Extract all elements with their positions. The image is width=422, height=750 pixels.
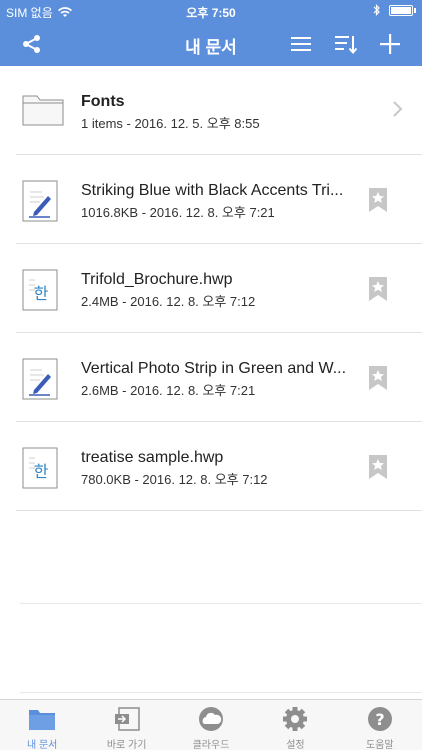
bookmark-icon[interactable]: [368, 276, 388, 302]
file-list: Fonts 1 items - 2016. 12. 5. 오후 8:55 Str…: [0, 66, 422, 511]
file-meta: 1 items - 2016. 12. 5. 오후 8:55: [81, 116, 260, 131]
add-icon: [380, 34, 400, 54]
list-item[interactable]: 한 Trifold_Brochure.hwp 2.4MB - 2016. 12.…: [16, 244, 422, 333]
file-meta: 1016.8KB - 2016. 12. 8. 오후 7:21: [81, 205, 275, 220]
status-time: 오후 7:50: [186, 6, 236, 20]
battery-nub: [414, 7, 416, 13]
svg-text:?: ?: [375, 710, 384, 729]
list-item[interactable]: Striking Blue with Black Accents Tri... …: [16, 155, 422, 244]
cloud-icon: [199, 707, 224, 731]
divider: [20, 692, 422, 693]
document-pen-icon: [22, 358, 58, 400]
file-name: treatise sample.hwp: [81, 449, 224, 466]
file-meta: 2.4MB - 2016. 12. 8. 오후 7:12: [81, 294, 256, 309]
tab-label: 클라우드: [192, 740, 230, 750]
menu-icon: [291, 37, 311, 51]
navigation-bar: 내 문서: [0, 22, 422, 66]
folder-icon: [22, 95, 64, 126]
shortcut-icon: [114, 707, 140, 731]
menu-button[interactable]: [287, 30, 315, 58]
sort-icon: [335, 36, 358, 55]
list-item[interactable]: Vertical Photo Strip in Green and W... 2…: [16, 333, 422, 422]
tab-label: 도움말: [366, 740, 394, 750]
tab-my-documents[interactable]: 내 문서: [0, 700, 84, 750]
status-bar: SIM 없음 오후 7:50: [0, 0, 422, 22]
list-item[interactable]: 한 treatise sample.hwp 780.0KB - 2016. 12…: [16, 422, 422, 511]
hwp-file-icon: 한: [22, 269, 58, 311]
divider: [20, 603, 422, 604]
tab-label: 내 문서: [27, 740, 58, 750]
svg-text:한: 한: [34, 284, 49, 303]
bookmark-icon[interactable]: [368, 365, 388, 391]
hwp-file-icon: 한: [22, 447, 58, 489]
file-name: Fonts: [81, 93, 125, 110]
bookmark-icon[interactable]: [368, 187, 388, 213]
tab-shortcut[interactable]: 바로 가기: [84, 700, 168, 750]
file-name: Trifold_Brochure.hwp: [81, 271, 233, 288]
tab-settings[interactable]: 설정: [253, 700, 337, 750]
tab-label: 설정: [286, 740, 305, 750]
chevron-right-icon: [393, 101, 403, 117]
tab-help[interactable]: ? 도움말: [338, 700, 422, 750]
tab-cloud[interactable]: 클라우드: [169, 700, 253, 750]
gear-icon: [283, 707, 308, 731]
battery-icon: [389, 4, 413, 16]
add-button[interactable]: [376, 30, 404, 58]
tab-bar: 내 문서 바로 가기 클라우드 설정 ? 도움말: [0, 699, 422, 750]
tab-label: 바로 가기: [106, 740, 147, 750]
svg-text:한: 한: [34, 462, 49, 481]
file-name: Striking Blue with Black Accents Tri...: [81, 182, 344, 199]
document-pen-icon: [22, 180, 58, 222]
list-item[interactable]: Fonts 1 items - 2016. 12. 5. 오후 8:55: [16, 66, 422, 155]
bluetooth-icon: [373, 4, 380, 16]
folder-icon: [29, 710, 56, 730]
sort-button[interactable]: [332, 30, 360, 58]
help-icon: ?: [367, 707, 392, 731]
file-name: Vertical Photo Strip in Green and W...: [81, 360, 347, 377]
file-meta: 2.6MB - 2016. 12. 8. 오후 7:21: [81, 383, 256, 398]
bookmark-icon[interactable]: [368, 454, 388, 480]
status-right: [373, 4, 416, 16]
file-meta: 780.0KB - 2016. 12. 8. 오후 7:12: [81, 472, 268, 487]
